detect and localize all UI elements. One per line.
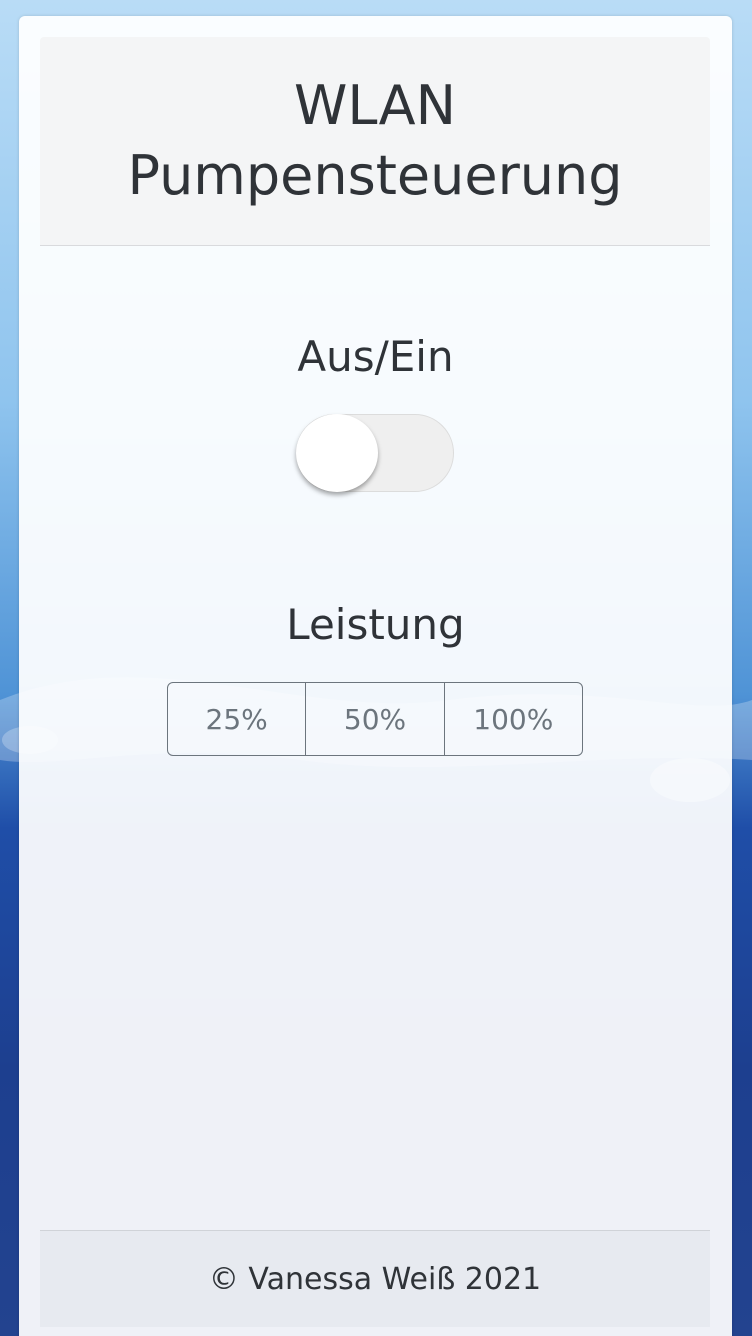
copyright-text: © Vanessa Weiß 2021: [208, 1261, 542, 1297]
main-card: WLAN Pumpensteuerung Aus/Ein Leistung 25…: [19, 16, 732, 1336]
power-toggle-switch[interactable]: [296, 414, 454, 492]
power-100-button[interactable]: 100%: [443, 683, 582, 755]
power-25-button[interactable]: 25%: [168, 683, 305, 755]
power-switch-label: Aus/Ein: [297, 332, 454, 381]
power-level-button-group: 25% 50% 100%: [167, 682, 583, 756]
card-header: WLAN Pumpensteuerung: [40, 37, 710, 246]
toggle-knob: [296, 414, 378, 492]
page-title: WLAN Pumpensteuerung: [127, 74, 623, 207]
card-footer: © Vanessa Weiß 2021: [40, 1230, 710, 1327]
power-50-button[interactable]: 50%: [305, 683, 443, 755]
power-level-label: Leistung: [286, 600, 465, 649]
